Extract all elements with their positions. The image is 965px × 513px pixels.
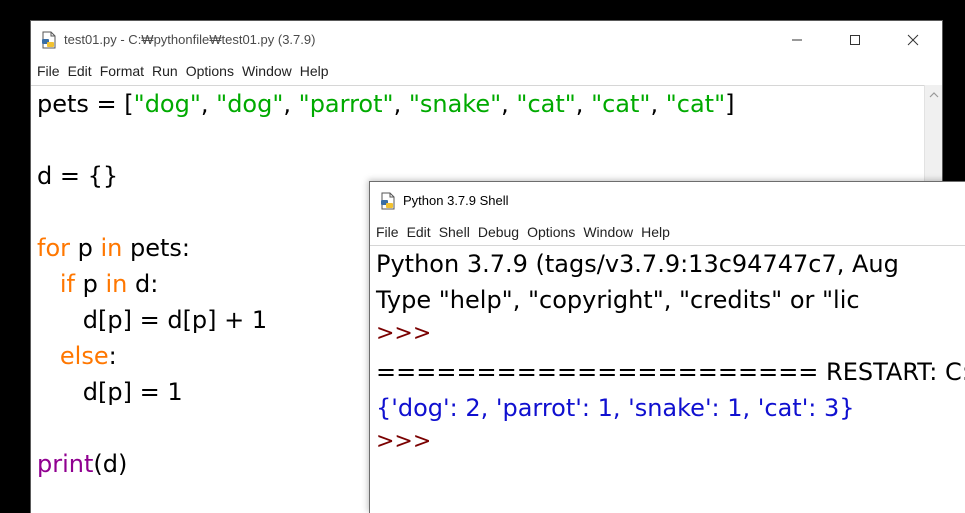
code-line-8: print(d) [37,449,127,479]
code-token: p [70,234,101,262]
keyword-token: for [37,234,70,262]
maximize-button[interactable] [826,21,884,58]
string-token: "parrot" [298,90,394,118]
editor-menubar: File Edit Format Run Options Window Help [31,58,942,84]
code-line-6: else: [37,341,117,371]
maximize-icon [850,34,860,45]
code-token: , [200,90,217,118]
menu-window[interactable]: Window [242,63,298,79]
menu-format[interactable]: Format [100,63,150,79]
code-line-3: for p in pets: [37,233,190,263]
shell-help-line: Type "help", "copyright", "credits" or "… [376,286,860,314]
menu-help[interactable]: Help [641,224,676,240]
chevron-up-icon [929,92,938,98]
shell-prompt: >>> [376,321,432,346]
shell-window: Python 3.7.9 Shell File Edit Shell Debug… [369,181,965,513]
string-token: "cat" [591,90,651,118]
string-token: "cat" [665,90,726,118]
python-file-icon [40,31,58,49]
menu-edit[interactable]: Edit [407,224,437,240]
menu-debug[interactable]: Debug [478,224,525,240]
indent-token [37,270,60,298]
keyword-token: in [100,234,123,262]
builtin-token: print [37,450,94,478]
code-token: : [108,342,117,370]
shell-output-line: {'dog': 2, 'parrot': 1, 'snake': 1, 'cat… [376,394,855,422]
code-line-1: pets = ["dog", "dog", "parrot", "snake",… [37,89,734,119]
shell-restart-line: ====================== RESTART: C:₩p [376,358,965,386]
keyword-token: if [59,270,76,298]
close-icon [907,34,919,45]
code-line-2: d = {} [37,162,119,190]
code-line-5: d[p] = d[p] + 1 [37,306,268,334]
code-token: , [501,90,517,118]
code-token: , [283,90,299,118]
string-token: "cat" [516,90,576,118]
menu-file[interactable]: File [376,224,405,240]
shell-title: Python 3.7.9 Shell [403,193,509,208]
code-token: pets: [122,234,191,262]
close-button[interactable] [884,21,942,58]
code-line-7: d[p] = 1 [37,378,183,406]
editor-title: test01.py - C:₩pythonfile₩test01.py (3.7… [64,32,316,47]
python-shell-icon [379,192,397,210]
code-token: (d) [93,450,128,478]
code-token: , [575,90,592,118]
code-token: , [650,90,666,118]
menu-options[interactable]: Options [186,63,240,79]
menu-options[interactable]: Options [527,224,581,240]
code-line-4: if p in d: [37,269,158,299]
string-token: "dog" [216,90,284,118]
scroll-up-button[interactable] [925,85,942,105]
menu-shell[interactable]: Shell [439,224,476,240]
minimize-icon [792,39,802,40]
code-token: d: [127,270,159,298]
code-token: p [75,270,106,298]
shell-titlebar[interactable]: Python 3.7.9 Shell [370,182,965,219]
string-token: "dog" [133,90,201,118]
shell-prompt: >>> [376,429,432,454]
code-token: , [393,90,409,118]
keyword-token: in [105,270,128,298]
menu-run[interactable]: Run [152,63,184,79]
shell-output-area[interactable]: Python 3.7.9 (tags/v3.7.9:13c94747c7, Au… [370,245,965,513]
code-token: ] [725,90,735,118]
shell-menubar: File Edit Shell Debug Options Window Hel… [370,219,965,244]
menu-edit[interactable]: Edit [68,63,98,79]
indent-token [37,342,60,370]
code-token: pets = [ [37,90,134,118]
menu-help[interactable]: Help [300,63,335,79]
menu-file[interactable]: File [37,63,66,79]
menu-window[interactable]: Window [583,224,639,240]
minimize-button[interactable] [768,21,826,58]
keyword-token: else [59,342,109,370]
shell-banner-line: Python 3.7.9 (tags/v3.7.9:13c94747c7, Au… [376,250,899,278]
editor-titlebar[interactable]: test01.py - C:₩pythonfile₩test01.py (3.7… [31,21,942,58]
editor-window-controls [768,21,942,58]
string-token: "snake" [408,90,502,118]
